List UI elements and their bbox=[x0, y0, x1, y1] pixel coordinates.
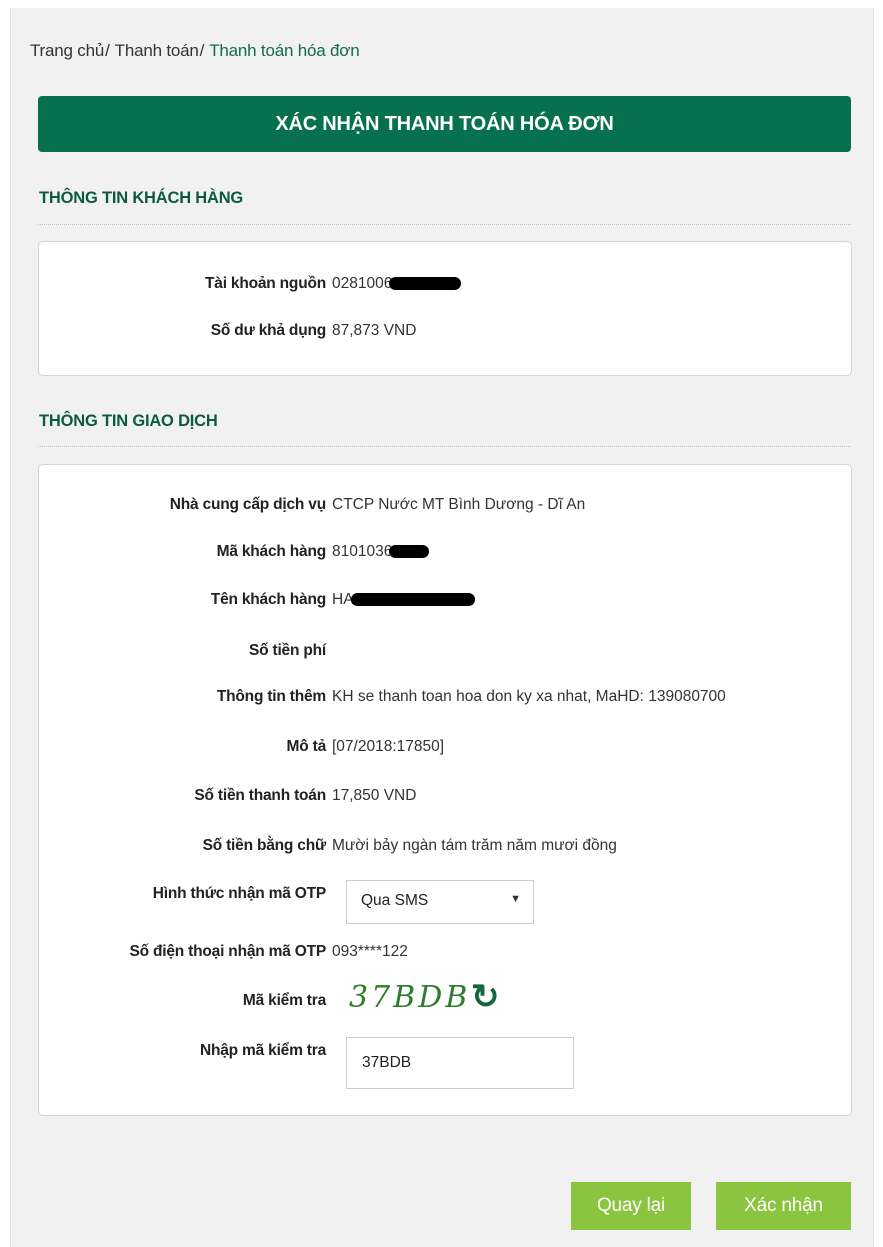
amount-label: Số tiền thanh toán bbox=[194, 787, 326, 804]
source-account-value: 0281006 bbox=[332, 275, 462, 293]
balance-value: 87,873 VND bbox=[332, 322, 417, 339]
breadcrumb-payment[interactable]: Thanh toán bbox=[115, 41, 199, 60]
extra-info-value: KH se thanh toan hoa don ky xa nhat, MaH… bbox=[332, 688, 726, 705]
redaction-mark bbox=[350, 593, 475, 607]
captcha-input-value: 37BDB bbox=[362, 1054, 412, 1071]
provider-row: Nhà cung cấp dịch vụ CTCP Nước MT Bình D… bbox=[39, 496, 851, 520]
otp-phone-row: Số điện thoại nhận mã OTP 093****122 bbox=[39, 943, 851, 967]
confirm-button[interactable]: Xác nhận bbox=[716, 1182, 851, 1230]
breadcrumb-home[interactable]: Trang chủ bbox=[30, 41, 104, 60]
customer-code-label: Mã khách hàng bbox=[216, 543, 327, 560]
description-value: [07/2018:17850] bbox=[332, 738, 445, 755]
redaction-mark bbox=[389, 277, 462, 291]
refresh-icon[interactable]: ↻ bbox=[471, 980, 500, 1014]
description-row: Mô tả [07/2018:17850] bbox=[39, 738, 851, 762]
customer-code-value: 8101036 bbox=[332, 543, 430, 561]
customer-code-row: Mã khách hàng 8101036 bbox=[39, 543, 851, 567]
customer-info-panel: Tài khoản nguồn 0281006 Số dư khả dụng 8… bbox=[38, 241, 852, 376]
description-label: Mô tả bbox=[286, 738, 327, 755]
fee-label: Số tiền phí bbox=[248, 642, 326, 659]
extra-info-row: Thông tin thêm KH se thanh toan hoa don … bbox=[39, 688, 851, 712]
fee-row: Số tiền phí bbox=[39, 642, 851, 666]
captcha-input-label: Nhập mã kiểm tra bbox=[199, 1042, 326, 1059]
source-account-row: Tài khoản nguồn 0281006 bbox=[39, 275, 851, 299]
amount-value: 17,850 VND bbox=[332, 787, 417, 804]
amount-words-value: Mười bảy ngàn tám trăm năm mươi đồng bbox=[332, 837, 617, 854]
chevron-down-icon: ▼ bbox=[510, 893, 521, 905]
customer-name-label: Tên khách hàng bbox=[210, 591, 326, 608]
amount-words-label: Số tiền bằng chữ bbox=[202, 837, 327, 854]
extra-info-label: Thông tin thêm bbox=[216, 688, 326, 705]
divider bbox=[38, 446, 851, 447]
customer-name-row: Tên khách hàng HA bbox=[39, 591, 851, 615]
back-button[interactable]: Quay lại bbox=[571, 1182, 691, 1230]
otp-phone-label: Số điện thoại nhận mã OTP bbox=[129, 943, 326, 960]
breadcrumb-current: Thanh toán hóa đơn bbox=[209, 41, 360, 60]
otp-phone-value: 093****122 bbox=[332, 943, 408, 960]
customer-name-value: HA bbox=[332, 591, 475, 609]
redaction-mark bbox=[389, 545, 430, 559]
otp-method-label: Hình thức nhận mã OTP bbox=[152, 885, 326, 902]
provider-value: CTCP Nước MT Bình Dương - Dĩ An bbox=[332, 496, 586, 513]
captcha-image: 37BDB bbox=[349, 980, 471, 1015]
page-container: Trang chủ/Thanh toán/Thanh toán hóa đơn … bbox=[10, 8, 874, 1247]
transaction-section-title: THÔNG TIN GIAO DỊCH bbox=[39, 412, 218, 430]
provider-label: Nhà cung cấp dịch vụ bbox=[169, 496, 326, 513]
captcha-input[interactable]: 37BDB bbox=[346, 1037, 574, 1089]
amount-row: Số tiền thanh toán 17,850 VND bbox=[39, 787, 851, 811]
divider bbox=[38, 224, 851, 225]
source-account-label: Tài khoản nguồn bbox=[205, 275, 326, 292]
customer-section-title: THÔNG TIN KHÁCH HÀNG bbox=[39, 189, 244, 207]
otp-method-select[interactable]: Qua SMS ▼ bbox=[346, 880, 534, 924]
otp-method-selected: Qua SMS bbox=[361, 892, 429, 909]
captcha-label: Mã kiểm tra bbox=[242, 992, 326, 1009]
balance-row: Số dư khả dụng 87,873 VND bbox=[39, 322, 851, 346]
transaction-info-panel: Nhà cung cấp dịch vụ CTCP Nước MT Bình D… bbox=[38, 464, 852, 1116]
balance-label: Số dư khả dụng bbox=[210, 322, 326, 339]
amount-words-row: Số tiền bằng chữ Mười bảy ngàn tám trăm … bbox=[39, 837, 851, 861]
page-title: XÁC NHẬN THANH TOÁN HÓA ĐƠN bbox=[38, 96, 851, 152]
breadcrumb: Trang chủ/Thanh toán/Thanh toán hóa đơn bbox=[30, 41, 360, 60]
